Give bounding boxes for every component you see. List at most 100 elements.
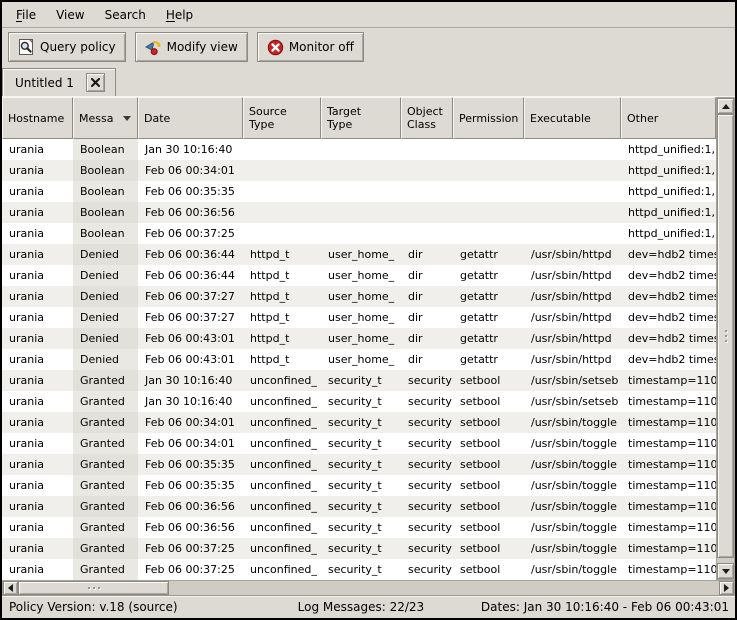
- cell-executable: /usr/sbin/toggle: [524, 496, 621, 517]
- column-header-executable[interactable]: Executable: [524, 97, 621, 139]
- cell-permission: setbool: [453, 412, 524, 433]
- cell-target-type: [321, 202, 401, 223]
- cell-date: Feb 06 00:43:01: [138, 328, 243, 349]
- arrow-down-icon: [722, 569, 730, 574]
- cell-source-type: unconfined_: [243, 559, 321, 580]
- log-table-row[interactable]: uraniaGrantedFeb 06 00:35:35unconfined_s…: [2, 475, 716, 496]
- cell-object-class: security: [401, 433, 453, 454]
- cell-other: timestamp=11076: [621, 538, 716, 559]
- log-table-row[interactable]: uraniaGrantedFeb 06 00:37:25unconfined_s…: [2, 559, 716, 580]
- cell-messa: Granted: [73, 391, 138, 412]
- cell-messa: Granted: [73, 433, 138, 454]
- table-header-row: HostnameMessaDateSource TypeTarget TypeO…: [2, 97, 716, 139]
- cell-source-type: httpd_t: [243, 265, 321, 286]
- query-policy-button[interactable]: Query policy: [8, 32, 126, 62]
- log-table-row[interactable]: uraniaBooleanFeb 06 00:34:01httpd_unifie…: [2, 160, 716, 181]
- toolbar-button-label: Query policy: [40, 40, 116, 54]
- column-header-other[interactable]: Other: [621, 97, 716, 139]
- log-table-row[interactable]: uraniaGrantedFeb 06 00:34:01unconfined_s…: [2, 412, 716, 433]
- window-chrome: FileViewSearchHelp Query policy Modify vi…: [2, 2, 735, 618]
- arrow-left-icon: [8, 584, 13, 592]
- column-header-messa[interactable]: Messa: [73, 97, 138, 139]
- cell-other: httpd_unified:1, h: [621, 160, 716, 181]
- cell-other: timestamp=11076: [621, 517, 716, 538]
- menu-item-search[interactable]: Search: [95, 5, 156, 25]
- cell-target-type: security_t: [321, 412, 401, 433]
- log-table-row[interactable]: uraniaDeniedFeb 06 00:43:01httpd_tuser_h…: [2, 349, 716, 370]
- log-messages-status: Log Messages: 22/23: [298, 600, 425, 614]
- horizontal-scrollbar-thumb[interactable]: [18, 581, 169, 595]
- cell-messa: Granted: [73, 538, 138, 559]
- cell-executable: /usr/sbin/toggle: [524, 412, 621, 433]
- cell-date: Feb 06 00:36:44: [138, 244, 243, 265]
- log-table-row[interactable]: uraniaGrantedFeb 06 00:34:01unconfined_s…: [2, 433, 716, 454]
- menu-item-file[interactable]: File: [6, 5, 46, 25]
- cell-permission: setbool: [453, 475, 524, 496]
- log-table-row[interactable]: uraniaGrantedFeb 06 00:36:56unconfined_s…: [2, 496, 716, 517]
- tab-label: Untitled 1: [15, 76, 74, 90]
- scroll-right-button[interactable]: [719, 581, 734, 595]
- menu-item-view[interactable]: View: [46, 5, 94, 25]
- log-table-row[interactable]: uraniaDeniedFeb 06 00:43:01httpd_tuser_h…: [2, 328, 716, 349]
- tab-close-button[interactable]: [86, 73, 105, 92]
- cell-hostname: urania: [2, 307, 73, 328]
- log-table-row[interactable]: uraniaDeniedFeb 06 00:37:27httpd_tuser_h…: [2, 307, 716, 328]
- toolbar: Query policy Modify view Monitor off: [2, 28, 735, 66]
- cell-date: Feb 06 00:36:56: [138, 517, 243, 538]
- log-table-row[interactable]: uraniaBooleanFeb 06 00:36:56httpd_unifie…: [2, 202, 716, 223]
- monitor-off-button[interactable]: Monitor off: [257, 32, 364, 62]
- column-header-object-class[interactable]: Object Class: [401, 97, 453, 139]
- tab-untitled-1[interactable]: Untitled 1: [2, 68, 116, 96]
- log-table-row[interactable]: uraniaGrantedJan 30 10:16:40unconfined_s…: [2, 370, 716, 391]
- vertical-scrollbar-thumb[interactable]: [717, 114, 734, 558]
- cell-permission: [453, 139, 524, 160]
- log-table-row[interactable]: uraniaGrantedFeb 06 00:36:56unconfined_s…: [2, 517, 716, 538]
- log-table-row[interactable]: uraniaBooleanJan 30 10:16:40httpd_unifie…: [2, 139, 716, 160]
- modify-view-button[interactable]: Modify view: [135, 32, 248, 62]
- column-header-target-type[interactable]: Target Type: [321, 97, 401, 139]
- cell-other: dev=hdb2 timesta: [621, 307, 716, 328]
- column-header-label: Permission: [459, 112, 518, 125]
- log-table-row[interactable]: uraniaBooleanFeb 06 00:37:25httpd_unifie…: [2, 223, 716, 244]
- column-header-source-type[interactable]: Source Type: [243, 97, 321, 139]
- horizontal-scrollbar[interactable]: [2, 580, 735, 596]
- cell-executable: /usr/sbin/toggle: [524, 559, 621, 580]
- cell-target-type: [321, 223, 401, 244]
- log-table-row[interactable]: uraniaGrantedJan 30 10:16:40unconfined_s…: [2, 391, 716, 412]
- cell-object-class: dir: [401, 307, 453, 328]
- log-table: HostnameMessaDateSource TypeTarget TypeO…: [2, 97, 716, 580]
- cell-source-type: httpd_t: [243, 328, 321, 349]
- cell-hostname: urania: [2, 139, 73, 160]
- log-table-row[interactable]: uraniaDeniedFeb 06 00:36:44httpd_tuser_h…: [2, 244, 716, 265]
- cell-messa: Boolean: [73, 160, 138, 181]
- cell-hostname: urania: [2, 349, 73, 370]
- cell-messa: Granted: [73, 475, 138, 496]
- cell-hostname: urania: [2, 181, 73, 202]
- cell-date: Feb 06 00:36:56: [138, 202, 243, 223]
- cell-hostname: urania: [2, 454, 73, 475]
- modify-view-icon: [145, 39, 162, 56]
- column-header-date[interactable]: Date: [138, 97, 243, 139]
- scroll-down-button[interactable]: [717, 563, 734, 579]
- vertical-scrollbar[interactable]: [716, 97, 735, 580]
- log-table-row[interactable]: uraniaDeniedFeb 06 00:37:27httpd_tuser_h…: [2, 286, 716, 307]
- column-header-permission[interactable]: Permission: [453, 97, 524, 139]
- column-header-hostname[interactable]: Hostname: [2, 97, 73, 139]
- policy-version-status: Policy Version: v.18 (source): [9, 600, 178, 614]
- log-table-row[interactable]: uraniaGrantedFeb 06 00:37:25unconfined_s…: [2, 538, 716, 559]
- cell-hostname: urania: [2, 202, 73, 223]
- cell-date: Jan 30 10:16:40: [138, 391, 243, 412]
- cell-target-type: security_t: [321, 496, 401, 517]
- scroll-left-button[interactable]: [3, 581, 18, 595]
- menu-item-help[interactable]: Help: [156, 5, 203, 25]
- cell-executable: /usr/sbin/toggle: [524, 454, 621, 475]
- cell-object-class: security: [401, 475, 453, 496]
- cell-executable: /usr/sbin/httpd: [524, 286, 621, 307]
- toolbar-button-label: Monitor off: [289, 40, 354, 54]
- log-table-row[interactable]: uraniaGrantedFeb 06 00:35:35unconfined_s…: [2, 454, 716, 475]
- log-table-row[interactable]: uraniaDeniedFeb 06 00:36:44httpd_tuser_h…: [2, 265, 716, 286]
- log-table-row[interactable]: uraniaBooleanFeb 06 00:35:35httpd_unifie…: [2, 181, 716, 202]
- cell-target-type: security_t: [321, 433, 401, 454]
- scroll-up-button[interactable]: [717, 98, 734, 114]
- cell-executable: /usr/sbin/setseb: [524, 391, 621, 412]
